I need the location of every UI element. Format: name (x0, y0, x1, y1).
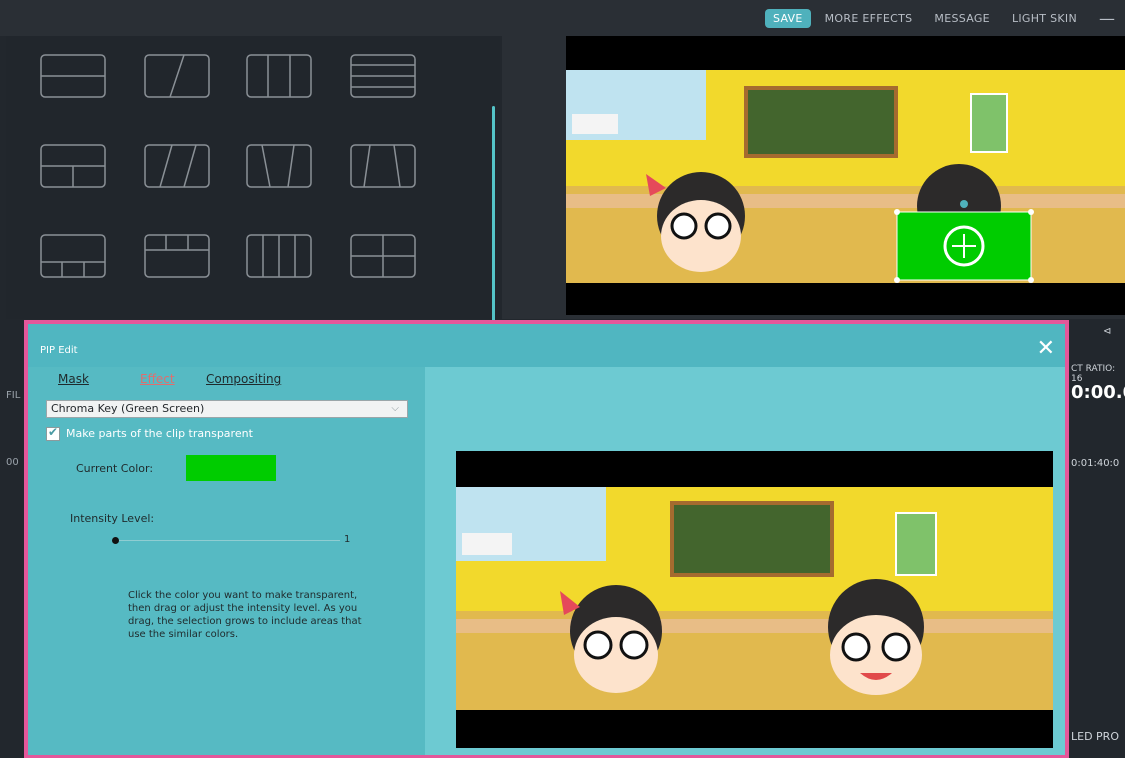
layout-option-vertical-4[interactable] (246, 234, 312, 278)
pip-edit-dialog: PIP Edit ✕ Mask Effect Compositing Chrom… (24, 320, 1069, 758)
tab-effect[interactable]: Effect (140, 372, 175, 386)
main-preview-video[interactable] (566, 36, 1125, 315)
checkmark-icon: ✔ (48, 425, 59, 439)
effect-type-select[interactable]: Chroma Key (Green Screen) ⌵ (46, 400, 408, 418)
tab-compositing[interactable]: Compositing (206, 372, 281, 386)
effect-settings-panel: Mask Effect Compositing Chroma Key (Gree… (28, 367, 425, 755)
dialog-preview-panel (425, 367, 1065, 755)
intensity-slider-handle[interactable] (112, 537, 119, 544)
current-color-swatch[interactable] (186, 455, 276, 481)
transparent-checkbox[interactable]: ✔ (46, 425, 60, 441)
save-button[interactable]: SAVE (764, 8, 811, 28)
time-end: 0:01:40:0 (1071, 458, 1120, 469)
left-fragment-fil: FIL (6, 390, 21, 401)
layout-option-diagonal-3[interactable] (144, 144, 210, 188)
time-current: 0:00.0 (1071, 382, 1125, 403)
minimize-button[interactable]: — (1099, 9, 1115, 28)
dialog-header: PIP Edit ✕ (28, 324, 1065, 367)
layout-option-slant-3[interactable] (350, 144, 416, 188)
intensity-slider-track[interactable] (114, 540, 340, 541)
more-effects-link[interactable]: MORE EFFECTS (825, 12, 913, 25)
top-bar: SAVE MORE EFFECTS MESSAGE LIGHT SKIN — (0, 0, 1125, 36)
transparent-checkbox-label: Make parts of the clip transparent (66, 427, 253, 440)
timeline-right-strip: ⊲ CT RATIO: 16 0:00.0 0:01:40:0 LED PRO (1069, 320, 1125, 758)
layout-option-horizontal-4[interactable] (350, 54, 416, 98)
tab-mask[interactable]: Mask (58, 372, 89, 386)
speaker-icon[interactable]: ⊲ (1103, 326, 1111, 337)
dialog-title: PIP Edit (40, 345, 78, 356)
panel-scrollbar[interactable] (492, 106, 495, 326)
classroom-cartoon-preview (566, 36, 1125, 315)
bottom-right-label: LED PRO (1071, 730, 1119, 743)
layout-option-horizontal-2[interactable] (40, 54, 106, 98)
layout-option-grid-4[interactable] (350, 234, 416, 278)
layout-option-vertical-3[interactable] (246, 54, 312, 98)
aspect-ratio-label: CT RATIO: 16 (1071, 364, 1116, 384)
layout-option-top-1-bottom-2[interactable] (40, 144, 106, 188)
timeline-left-strip: FIL 00 (0, 320, 24, 758)
intensity-value: 1 (344, 534, 351, 545)
top-actions: SAVE MORE EFFECTS MESSAGE LIGHT SKIN — (764, 0, 1125, 36)
close-icon[interactable]: ✕ (1037, 338, 1055, 360)
intensity-label: Intensity Level: (70, 512, 155, 525)
classroom-cartoon-dialog-preview (456, 451, 1053, 748)
layout-option-top-3-bottom-1[interactable] (144, 234, 210, 278)
effect-type-value: Chroma Key (Green Screen) (51, 402, 205, 415)
light-skin-link[interactable]: LIGHT SKIN (1012, 12, 1077, 25)
left-fragment-00: 00 (6, 457, 19, 468)
chevron-down-icon: ⌵ (391, 403, 399, 414)
split-screen-layouts-panel (6, 36, 500, 326)
layout-option-top-1-bottom-3[interactable] (40, 234, 106, 278)
layout-option-diagonal-2[interactable] (144, 54, 210, 98)
chroma-help-text: Click the color you want to make transpa… (128, 590, 362, 640)
video-editor-app: SAVE MORE EFFECTS MESSAGE LIGHT SKIN — F… (0, 0, 1125, 758)
dialog-preview-video (456, 451, 1053, 748)
current-color-label: Current Color: (76, 462, 154, 475)
layout-option-trapezoid-3[interactable] (246, 144, 312, 188)
message-link[interactable]: MESSAGE (934, 12, 990, 25)
